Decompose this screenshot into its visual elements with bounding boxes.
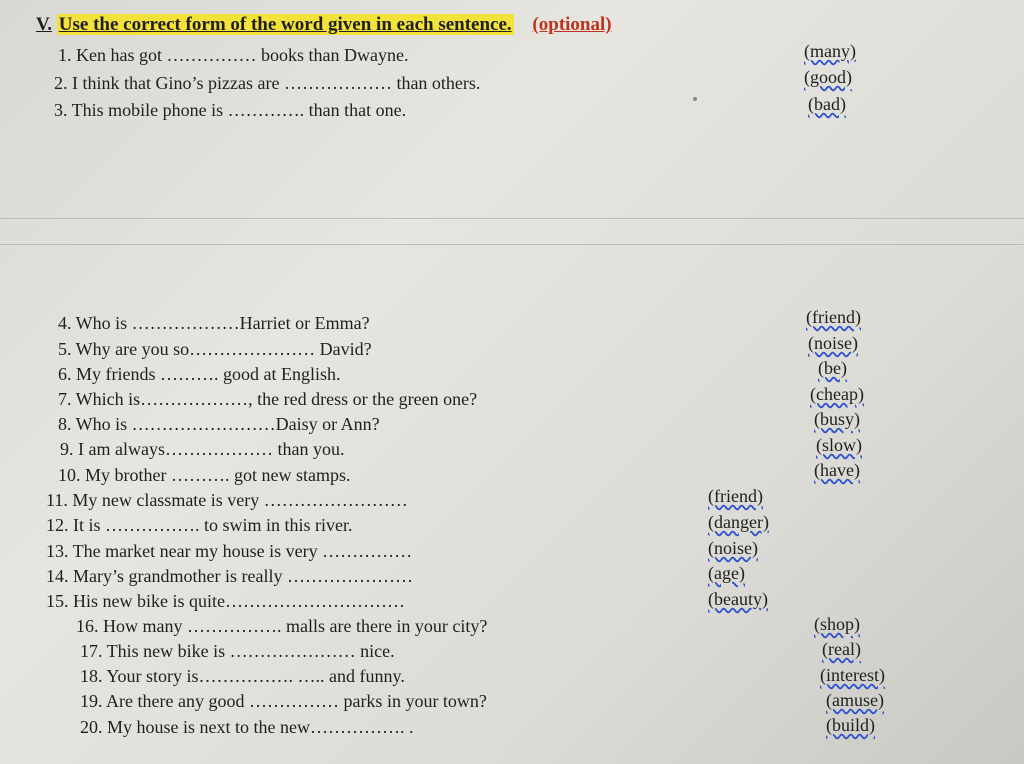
sentence-6: 6. My friends ………. good at English. <box>58 364 341 384</box>
hint-13: (noise) <box>708 538 758 558</box>
sentence-3: 3. This mobile phone is …………. than that … <box>54 100 407 120</box>
speck <box>693 97 697 101</box>
exercise-number: V. <box>36 14 53 35</box>
worksheet-page: V. Use the correct form of the word give… <box>0 0 1024 764</box>
sentence-9: 9. I am always……………… than you. <box>60 439 345 459</box>
exercise-optional-tag: (optional) <box>532 14 612 35</box>
sentence-1: 1. Ken has got …………… books than Dwayne. <box>58 45 409 65</box>
sentence-12: 12. It is ……………. to swim in this river. <box>46 515 353 535</box>
exercise-header: V. Use the correct form of the word give… <box>36 14 612 36</box>
hint-19: (amuse) <box>826 690 884 710</box>
hint-17: (real) <box>822 639 861 659</box>
sentence-4: 4. Who is ………………Harriet or Emma? <box>58 313 370 333</box>
sentence-14: 14. Mary’s grandmother is really ………………… <box>46 566 413 586</box>
hint-14: (age) <box>708 563 745 583</box>
hint-16: (shop) <box>814 614 860 634</box>
sentence-8: 8. Who is ……………………Daisy or Ann? <box>58 414 380 434</box>
hint-9: (slow) <box>816 435 862 455</box>
sentence-10: 10. My brother ………. got new stamps. <box>58 465 351 485</box>
sentence-20: 20. My house is next to the new……………. . <box>80 717 414 737</box>
sentence-16: 16. How many ……………. malls are there in y… <box>76 616 488 636</box>
hint-11: (friend) <box>708 486 763 506</box>
sentence-19: 19. Are there any good …………… parks in yo… <box>80 691 487 711</box>
sentence-2: 2. I think that Gino’s pizzas are ………………… <box>54 73 481 93</box>
sentence-13: 13. The market near my house is very ………… <box>46 541 413 561</box>
hint-2: (good) <box>804 67 852 87</box>
hint-5: (noise) <box>808 333 858 353</box>
sentence-18: 18. Your story is……………. ….. and funny. <box>80 666 405 686</box>
hint-7: (cheap) <box>810 384 864 404</box>
hint-12: (danger) <box>708 512 769 532</box>
hint-1: (many) <box>804 41 856 61</box>
sentence-7: 7. Which is………………, the red dress or the … <box>58 389 478 409</box>
exercise-title: Use the correct form of the word given i… <box>56 14 514 35</box>
hint-3: (bad) <box>808 94 846 114</box>
hint-8: (busy) <box>814 409 860 429</box>
hint-15: (beauty) <box>708 589 768 609</box>
hint-6: (be) <box>818 358 847 378</box>
sentence-5: 5. Why are you so………………… David? <box>58 339 372 359</box>
hint-20: (build) <box>826 715 875 735</box>
sentence-17: 17. This new bike is ………………… nice. <box>80 641 395 661</box>
page-break-line <box>0 218 1024 219</box>
sentence-11: 11. My new classmate is very …………………… <box>46 490 408 510</box>
hint-10: (have) <box>814 460 860 480</box>
hint-4: (friend) <box>806 307 861 327</box>
sentence-15: 15. His new bike is quite………………………… <box>46 591 405 611</box>
page-break-line <box>0 244 1024 245</box>
hint-18: (interest) <box>820 665 885 685</box>
